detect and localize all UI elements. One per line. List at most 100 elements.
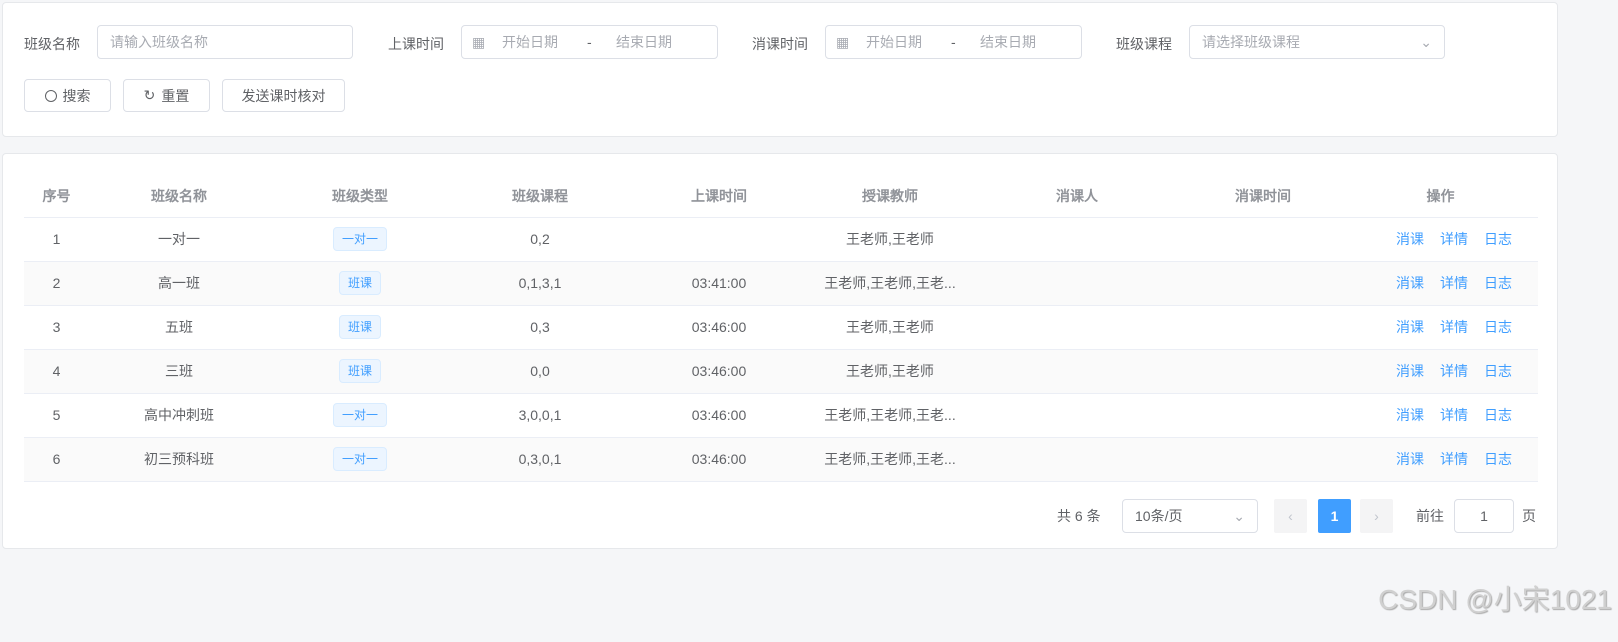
course-select[interactable]: 请选择班级课程 ⌄ <box>1189 25 1445 59</box>
page-1-button[interactable]: 1 <box>1318 499 1351 533</box>
column-header: 消课时间 <box>1183 175 1343 218</box>
end-date[interactable]: 结束日期 <box>980 26 1036 58</box>
cell-no: 6 <box>24 437 89 482</box>
cell-text: 高一班 <box>158 275 200 291</box>
cell-text: 03:46:00 <box>691 451 747 467</box>
table-row: 3 五班 班课 0,3 03:46:00 王老师,王老师 消课 详情 日志 <box>24 305 1538 350</box>
search-button[interactable]: 搜索 <box>24 79 111 112</box>
cell-actions: 消课 详情 日志 <box>1343 217 1538 262</box>
column-header: 授课教师 <box>809 175 971 218</box>
chevron-left-icon: ‹ <box>1288 508 1293 524</box>
reset-label: 重置 <box>161 87 190 104</box>
calendar-icon: ▦ <box>472 34 486 50</box>
cell-text: 3 <box>52 319 61 335</box>
cell-text: 王老师,王老师 <box>846 319 934 335</box>
details-link[interactable]: 详情 <box>1440 231 1468 247</box>
cancel-class-link[interactable]: 消课 <box>1396 231 1424 247</box>
send-hours-check-button[interactable]: 发送课时核对 <box>222 79 345 112</box>
cell-text: 03:46:00 <box>691 363 747 379</box>
cancel-class-link[interactable]: 消课 <box>1396 451 1424 467</box>
cell-teacher: 王老师,王老师,王老... <box>809 437 971 482</box>
column-header: 班级类型 <box>269 175 451 218</box>
end-date[interactable]: 结束日期 <box>616 26 672 58</box>
prev-page-button[interactable]: ‹ <box>1274 499 1307 533</box>
cancel-class-link[interactable]: 消课 <box>1396 319 1424 335</box>
class-name-input[interactable]: 请输入班级名称 <box>97 25 353 59</box>
cell-name: 高一班 <box>89 261 269 306</box>
cell-actions: 消课 详情 日志 <box>1343 261 1538 306</box>
cell-text: 五班 <box>165 319 193 335</box>
class-time-label: 上课时间 <box>388 36 444 52</box>
log-link[interactable]: 日志 <box>1484 451 1512 467</box>
cell-text: 03:41:00 <box>691 275 747 291</box>
cell-time: 03:41:00 <box>629 261 809 306</box>
calendar-icon: ▦ <box>836 34 850 50</box>
class-type-tag: 班课 <box>338 271 381 295</box>
column-header: 消课人 <box>971 175 1183 218</box>
cell-text: 王老师,王老师,王老... <box>824 275 956 291</box>
details-link[interactable]: 详情 <box>1440 319 1468 335</box>
cell-teacher: 王老师,王老师 <box>809 217 971 262</box>
table-panel: 序号 班级名称 班级类型 班级课程 上课时间 授课教师 消课人 消课时间 操作 1 一对一 一对一 0… <box>2 153 1558 549</box>
cell-time <box>629 217 809 262</box>
cell-teacher: 王老师,王老师,王老... <box>809 393 971 438</box>
cancel-class-link[interactable]: 消课 <box>1396 363 1424 379</box>
cancel-class-link[interactable]: 消课 <box>1396 407 1424 423</box>
cell-name: 初三预科班 <box>89 437 269 482</box>
table-row: 6 初三预科班 一对一 0,3,0,1 03:46:00 王老师,王老师,王老... 消课详… <box>24 437 1538 482</box>
cancel-time-range[interactable]: ▦ 开始日期 - 结束日期 <box>825 25 1082 59</box>
details-link[interactable]: 详情 <box>1440 363 1468 379</box>
table-row: 2 高一班 班课 0,1,3,1 03:41:00 王老师,王老师,王老... 消课 详情 日志 <box>24 261 1538 306</box>
reset-button[interactable]: ↻ 重置 <box>123 79 210 112</box>
log-link[interactable]: 日志 <box>1484 275 1512 291</box>
cell-cancel-time <box>1183 261 1343 306</box>
cell-name: 五班 <box>89 305 269 350</box>
log-link[interactable]: 日志 <box>1484 319 1512 335</box>
cell-teacher: 王老师,王老师,王老... <box>809 261 971 306</box>
page-size-select[interactable]: 10条/页 ⌄ <box>1122 499 1258 533</box>
cell-type: 一对一 <box>269 217 451 262</box>
cell-no: 2 <box>24 261 89 306</box>
cell-time: 03:46:00 <box>629 305 809 350</box>
log-link[interactable]: 日志 <box>1484 363 1512 379</box>
cell-cancel-time <box>1183 217 1343 262</box>
send-label: 发送课时核对 <box>241 87 326 104</box>
table-row: 1 一对一 一对一 0,2 王老师,王老师 消课 详情 日志 <box>24 217 1538 262</box>
log-link[interactable]: 日志 <box>1484 407 1512 423</box>
next-page-button[interactable]: › <box>1360 499 1393 533</box>
cell-cancel-time <box>1183 305 1343 350</box>
details-link[interactable]: 详情 <box>1440 275 1468 291</box>
cell-no: 3 <box>24 305 89 350</box>
cell-cancel-time <box>1183 437 1343 482</box>
details-link[interactable]: 详情 <box>1440 407 1468 423</box>
cell-no: 1 <box>24 217 89 262</box>
details-link[interactable]: 详情 <box>1440 451 1468 467</box>
goto-label: 前往 <box>1416 508 1444 524</box>
total-count: 共 6 条 <box>1057 508 1101 524</box>
class-time-range[interactable]: ▦ 开始日期 - 结束日期 <box>461 25 718 59</box>
cell-time: 03:46:00 <box>629 437 809 482</box>
cell-no: 5 <box>24 393 89 438</box>
start-date[interactable]: 开始日期 <box>866 26 922 58</box>
class-type-tag: 一对一 <box>332 227 387 251</box>
cell-text: 6 <box>52 451 61 467</box>
cell-course: 0,0 <box>451 349 629 394</box>
cell-text: 王老师,王老师 <box>846 363 934 379</box>
log-link[interactable]: 日志 <box>1484 231 1512 247</box>
cell-time: 03:46:00 <box>629 349 809 394</box>
cell-type: 班课 <box>269 349 451 394</box>
cell-actions: 消课 详情 日志 <box>1343 305 1538 350</box>
cell-text: 3,0,0,1 <box>518 407 562 423</box>
cancel-class-link[interactable]: 消课 <box>1396 275 1424 291</box>
cell-canceler <box>971 349 1183 394</box>
cell-text: 0,2 <box>530 231 550 247</box>
cell-cancel-time <box>1183 393 1343 438</box>
cell-course: 0,3 <box>451 305 629 350</box>
cell-text: 0,3 <box>530 319 550 335</box>
goto-page-input[interactable]: 1 <box>1454 499 1514 533</box>
cell-canceler <box>971 437 1183 482</box>
refresh-icon: ↻ <box>143 87 156 103</box>
cell-course: 0,2 <box>451 217 629 262</box>
cancel-time-label: 消课时间 <box>752 36 808 52</box>
start-date[interactable]: 开始日期 <box>502 26 558 58</box>
